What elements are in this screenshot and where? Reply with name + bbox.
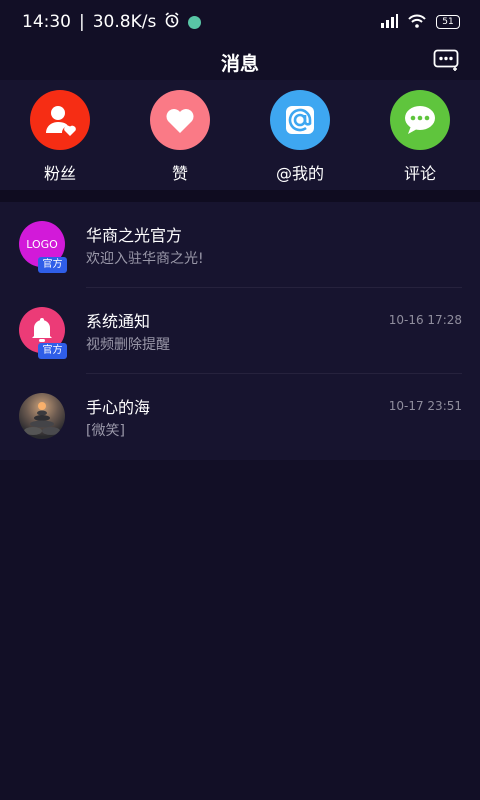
status-time: 14:30 [22,12,71,32]
status-right: 51 [380,13,460,32]
page-title: 消息 [220,52,259,75]
status-bar: 14:30 | 30.8K/s 51 [0,0,480,44]
at-icon [286,106,314,134]
quick-action-fans[interactable]: 粉丝 [10,90,110,184]
app-notification-icon [188,15,202,29]
sender-name: 手心的海 [86,398,151,417]
quick-action-mentions[interactable]: @我的 [250,90,350,184]
message-time: 10-17 23:51 [388,399,462,413]
message-item-system[interactable]: 官方 系统通知 视频删除提醒 10-16 17:28 [0,288,480,374]
status-left: 14:30 | 30.8K/s [22,11,202,33]
quick-action-label: 评论 [403,164,436,183]
person-heart-icon [46,106,76,136]
quick-action-likes[interactable]: 赞 [130,90,230,184]
network-speed: 30.8K/s [92,12,157,32]
fans-circle [30,90,90,150]
likes-circle [150,90,210,150]
message-list: LOGO 官方 华商之光官方 欢迎入驻华商之光! 官方 系统通知 视频删除提醒 … [0,202,480,460]
stones-photo [24,402,60,435]
bell-icon [32,318,52,342]
heart-icon [166,109,194,133]
comments-circle [390,90,450,150]
chat-bubble-icon [405,106,435,134]
avatar-logo-text: LOGO [26,237,58,251]
battery-indicator: 51 [436,15,460,29]
quick-actions: 粉丝 赞 @我的 评论 [0,80,480,190]
message-preview: [微笑] [86,423,125,439]
avatar [19,393,65,439]
official-badge: 官方 [38,343,67,359]
header: 消息 [0,44,480,80]
mentions-circle [270,90,330,150]
section-divider [0,190,480,202]
quick-action-label: @我的 [275,164,324,183]
chat-more-icon [433,49,459,71]
more-options-button[interactable] [432,46,462,74]
message-item-official[interactable]: LOGO 官方 华商之光官方 欢迎入驻华商之光! [0,202,480,288]
official-badge: 官方 [38,257,67,273]
quick-action-label: 粉丝 [43,164,76,183]
sender-name: 系统通知 [86,312,151,331]
wifi-icon [408,13,426,32]
message-time: 10-16 17:28 [388,313,462,327]
status-separator: | [79,12,85,32]
sender-name: 华商之光官方 [86,226,183,245]
quick-action-comments[interactable]: 评论 [370,90,470,184]
alarm-icon [164,11,180,33]
signal-icon [380,13,398,32]
quick-action-label: 赞 [171,164,188,183]
message-preview: 视频删除提醒 [86,337,170,353]
message-preview: 欢迎入驻华商之光! [86,251,204,267]
message-item-user[interactable]: 手心的海 [微笑] 10-17 23:51 [0,374,480,460]
